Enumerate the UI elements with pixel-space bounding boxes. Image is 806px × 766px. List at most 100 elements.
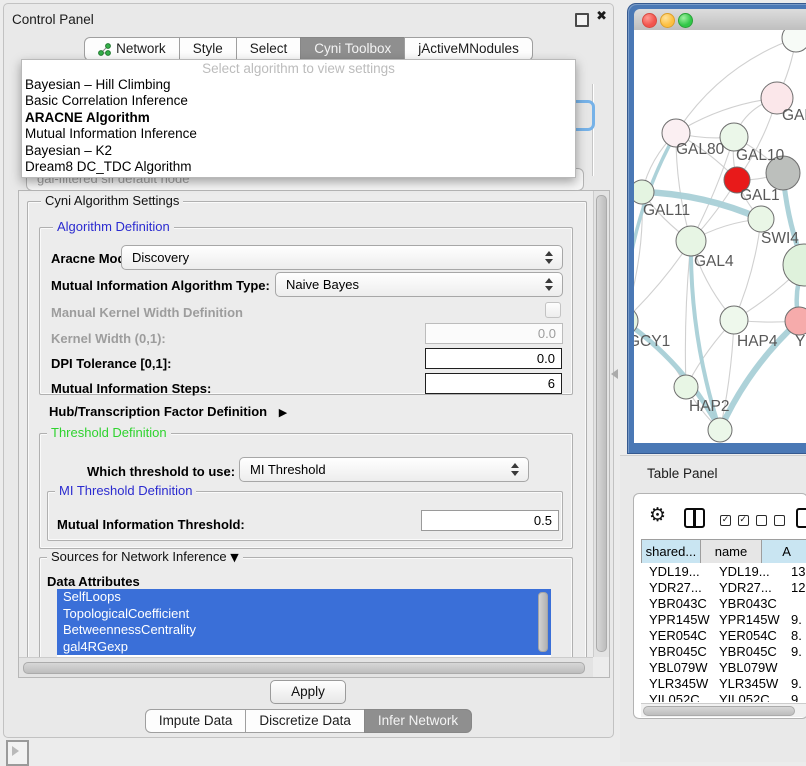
tab-select[interactable]: Select (236, 37, 302, 61)
kernel-width-field[interactable]: 0.0 (425, 323, 563, 344)
network-node-hap2[interactable] (674, 375, 698, 399)
select-all-columns-icon[interactable]: ✓ ✓ (720, 512, 749, 527)
table-row[interactable]: YBR043CYBR043C (641, 595, 806, 611)
table-row[interactable]: YBR045CYBR045C9. (641, 643, 806, 659)
scrollbar-thumb[interactable] (643, 706, 795, 716)
network-node[interactable] (708, 418, 732, 442)
table-horizontal-scrollbar[interactable] (641, 703, 806, 717)
tab-impute-data[interactable]: Impute Data (145, 709, 247, 733)
attribute-item-gal4rgexp[interactable]: gal4RGexp (57, 639, 551, 656)
which-threshold-select[interactable]: MI Threshold (239, 457, 529, 482)
partial-toolbar-icon[interactable] (796, 508, 806, 528)
algorithm-option-dream8-dc-tdc-algorithm[interactable]: Dream8 DC_TDC Algorithm (22, 159, 575, 175)
table-panel-title: Table Panel (647, 466, 718, 481)
deselect-all-columns-icon[interactable] (756, 512, 785, 527)
settings-horizontal-scrollbar[interactable] (19, 657, 593, 677)
network-edge[interactable] (634, 321, 686, 387)
scrollbar-thumb[interactable] (23, 662, 585, 674)
control-panel-window: Control Panel ✖ NetworkStyleSelectCyni T… (3, 3, 614, 738)
tab-label-cyni-toolbox: Cyni Toolbox (314, 38, 391, 60)
arrow-icon (12, 746, 19, 756)
algorithm-option-basic-correlation-inference[interactable]: Basic Correlation Inference (22, 93, 575, 109)
gear-icon[interactable]: ⚙ (649, 504, 666, 526)
table-row[interactable]: YPR145WYPR145W9. (641, 611, 806, 627)
table-row[interactable]: YER054CYER054C8. (641, 627, 806, 643)
network-tab-icon (98, 43, 111, 56)
algorithm-option-mutual-information-inference[interactable]: Mutual Information Inference (22, 126, 575, 142)
table-cell: YBR045C (649, 644, 707, 659)
mac-minimize-button[interactable] (660, 13, 675, 28)
node-label-gcy1: GCY1 (634, 333, 670, 350)
aracne-mode-select[interactable]: Discovery (121, 245, 563, 270)
scrollbar-thumb[interactable] (596, 195, 607, 652)
network-window-titlebar[interactable] (634, 9, 806, 31)
docked-panel-icon[interactable] (6, 740, 29, 766)
algorithm-dropdown-list: Bayesian – Hill ClimbingBasic Correlatio… (22, 77, 575, 175)
attribute-item-betweennesscentrality[interactable]: BetweennessCentrality (57, 622, 551, 639)
dpi-tolerance-field[interactable]: 0.0 (425, 348, 562, 369)
network-node-gal11[interactable] (634, 180, 654, 204)
table-cell: YIL052C (719, 692, 770, 702)
mi-steps-field[interactable]: 6 (425, 373, 562, 394)
network-node-hap4[interactable] (720, 306, 748, 334)
hub-definition-toggle[interactable]: Hub/Transcription Factor Definition ▶ (49, 404, 287, 419)
mi-threshold-field[interactable]: 0.5 (421, 510, 559, 531)
network-edge[interactable] (634, 133, 676, 321)
table-row[interactable]: YLR345WYLR345W9. (641, 675, 806, 691)
table-cell: YPR145W (719, 612, 780, 627)
tab-discretize-data[interactable]: Discretize Data (245, 709, 365, 733)
tab-cyni-toolbox[interactable]: Cyni Toolbox (300, 37, 405, 61)
network-node-gal4[interactable] (676, 226, 706, 256)
close-icon[interactable]: ✖ (596, 9, 607, 24)
checked-box-icon: ✓ (738, 515, 749, 526)
sources-toggle[interactable]: Sources for Network Inference ▼ (47, 550, 243, 564)
network-node-swi4[interactable] (748, 206, 774, 232)
tab-infer-network[interactable]: Infer Network (364, 709, 472, 733)
network-node[interactable] (782, 30, 806, 52)
algorithm-option-bayesian-k2[interactable]: Bayesian – K2 (22, 143, 575, 159)
column-header-a[interactable]: A (762, 540, 806, 563)
network-node[interactable] (783, 244, 806, 286)
algorithm-option-aracne-algorithm[interactable]: ARACNE Algorithm (22, 110, 575, 126)
tab-label-jactivemnodules: jActiveMNodules (418, 38, 519, 60)
tab-network[interactable]: Network (84, 37, 180, 61)
manual-kernel-checkbox[interactable] (545, 302, 561, 318)
checked-box-icon: ✓ (720, 515, 731, 526)
aracne-mode-value: Discovery (132, 250, 189, 265)
algorithm-option-bayesian-hill-climbing[interactable]: Bayesian – Hill Climbing (22, 77, 575, 93)
columns-icon[interactable] (684, 508, 705, 528)
data-attributes-label: Data Attributes (47, 574, 140, 589)
column-header-shared[interactable]: shared... (642, 540, 701, 563)
tab-label-infer-network: Infer Network (378, 710, 458, 732)
tab-style[interactable]: Style (179, 37, 237, 61)
mac-zoom-button[interactable] (678, 13, 693, 28)
mac-close-button[interactable] (642, 13, 657, 28)
attribute-item-topologicalcoefficient[interactable]: TopologicalCoefficient (57, 606, 551, 623)
column-header-name[interactable]: name (701, 540, 762, 563)
float-icon[interactable] (575, 13, 589, 27)
table-cell: YLR345W (719, 676, 778, 691)
table-body: YDL19...YDL19...13YDR27...YDR27...12YBR0… (641, 563, 806, 702)
combo-stepper-icon (511, 462, 519, 477)
settings-vertical-scrollbar[interactable] (593, 191, 609, 657)
tab-jactivemnodules[interactable]: jActiveMNodules (404, 37, 533, 61)
mi-algorithm-type-select[interactable]: Naive Bayes (275, 272, 563, 297)
group-border-fragment (592, 84, 593, 176)
attribute-item-selfloops[interactable]: SelfLoops (57, 589, 551, 606)
mi-threshold-label: Mutual Information Threshold: (57, 517, 245, 532)
tab-label-style: Style (193, 38, 223, 60)
table-row[interactable]: YBL079WYBL079W (641, 659, 806, 675)
apply-button[interactable]: Apply (270, 680, 346, 704)
table-row[interactable]: YDR27...YDR27...12 (641, 579, 806, 595)
table-cell: 9. (791, 612, 802, 627)
table-cell: YDL19... (719, 564, 770, 579)
table-cell: YBR043C (719, 596, 777, 611)
table-cell: YDR27... (719, 580, 772, 595)
list-scrollbar[interactable] (538, 592, 548, 652)
split-pane-collapse-icon[interactable] (611, 369, 618, 379)
tab-label-impute-data: Impute Data (159, 710, 233, 732)
table-row[interactable]: YDL19...YDL19...13 (641, 563, 806, 579)
network-canvas[interactable]: GALGAL80GAL10GAL1GAL11SWI4GAL4GCY1HAP4YH… (634, 30, 806, 443)
table-cell: 13 (791, 564, 805, 579)
table-row[interactable]: YIL052CYIL052C9 (641, 691, 806, 702)
